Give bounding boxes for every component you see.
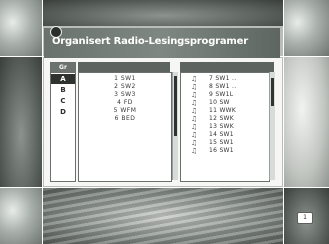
program-row[interactable]: ♫ 8 SW1 .. [181, 83, 269, 91]
channel-list-header [78, 62, 170, 72]
music-note-icon: ♫ [191, 131, 198, 139]
channel-row[interactable]: 1 SW1 [79, 75, 171, 83]
channel-list: 1 SW1 2 SW2 3 SW3 4 FD 5 WFM 6 BED [78, 72, 172, 182]
music-note-icon: ♫ [191, 147, 198, 155]
music-note-icon: ♫ [191, 123, 198, 131]
background-tile-top-right [284, 0, 329, 56]
program-row[interactable]: ♫ 14 SW1 [181, 131, 269, 139]
grid-divider [42, 0, 43, 244]
channel-row[interactable]: 5 WFM [79, 107, 171, 115]
music-note-icon: ♫ [191, 83, 198, 91]
main-panel: Gr A B C D 1 SW1 2 SW2 3 SW3 4 FD 5 WFM … [44, 58, 282, 186]
background-tile-top-left [0, 0, 42, 56]
page-number-badge: 1 [297, 212, 313, 224]
program-scrollbar-thumb[interactable] [271, 78, 274, 106]
group-item-d[interactable]: D [51, 107, 75, 117]
program-scrollbar[interactable] [269, 72, 275, 180]
music-note-icon: ♫ [191, 99, 198, 107]
page-title: Organisert Radio-Lesingsprogramer [52, 36, 248, 47]
program-row[interactable]: ♫ 9 SW1L [181, 91, 269, 99]
grid-divider [0, 187, 329, 188]
channel-scrollbar-thumb[interactable] [174, 76, 177, 136]
background-tile-bottom-center [43, 188, 283, 244]
program-row[interactable]: ♫ 7 SW1 .. [181, 75, 269, 83]
music-note-icon: ♫ [191, 107, 198, 115]
grid-divider [283, 0, 284, 244]
program-row[interactable]: ♫ 15 SW1 [181, 139, 269, 147]
music-note-icon: ♫ [191, 75, 198, 83]
group-list-header: Gr [51, 63, 75, 73]
channel-row[interactable]: 6 BED [79, 115, 171, 123]
background-tile-mid-left [0, 57, 42, 187]
channel-row[interactable]: 3 SW3 [79, 91, 171, 99]
program-row[interactable]: ♫ 12 SWK [181, 115, 269, 123]
program-row[interactable]: ♫ 16 SW1 [181, 147, 269, 155]
channel-scrollbar[interactable] [172, 72, 178, 180]
channel-row[interactable]: 2 SW2 [79, 83, 171, 91]
music-note-icon: ♫ [191, 139, 198, 147]
channel-row[interactable]: 4 FD [79, 99, 171, 107]
background-tile-mid-right [284, 57, 329, 187]
program-row[interactable]: ♫ 11 WWK [181, 107, 269, 115]
group-item-c[interactable]: C [51, 96, 75, 106]
music-note-icon: ♫ [191, 91, 198, 99]
background-tile-top-center [43, 0, 283, 26]
program-row[interactable]: ♫ 13 SWK [181, 123, 269, 131]
music-note-icon: ♫ [191, 115, 198, 123]
group-list: Gr A B C D [50, 62, 76, 182]
group-item-b[interactable]: B [51, 85, 75, 95]
group-item-a[interactable]: A [51, 74, 75, 84]
program-list: ♫ 7 SW1 .. ♫ 8 SW1 .. ♫ 9 SW1L ♫ 10 SW ♫ 11 W… [180, 72, 270, 182]
background-tile-bottom-left [0, 188, 42, 244]
program-row[interactable]: ♫ 10 SW [181, 99, 269, 107]
program-list-header [180, 62, 274, 72]
